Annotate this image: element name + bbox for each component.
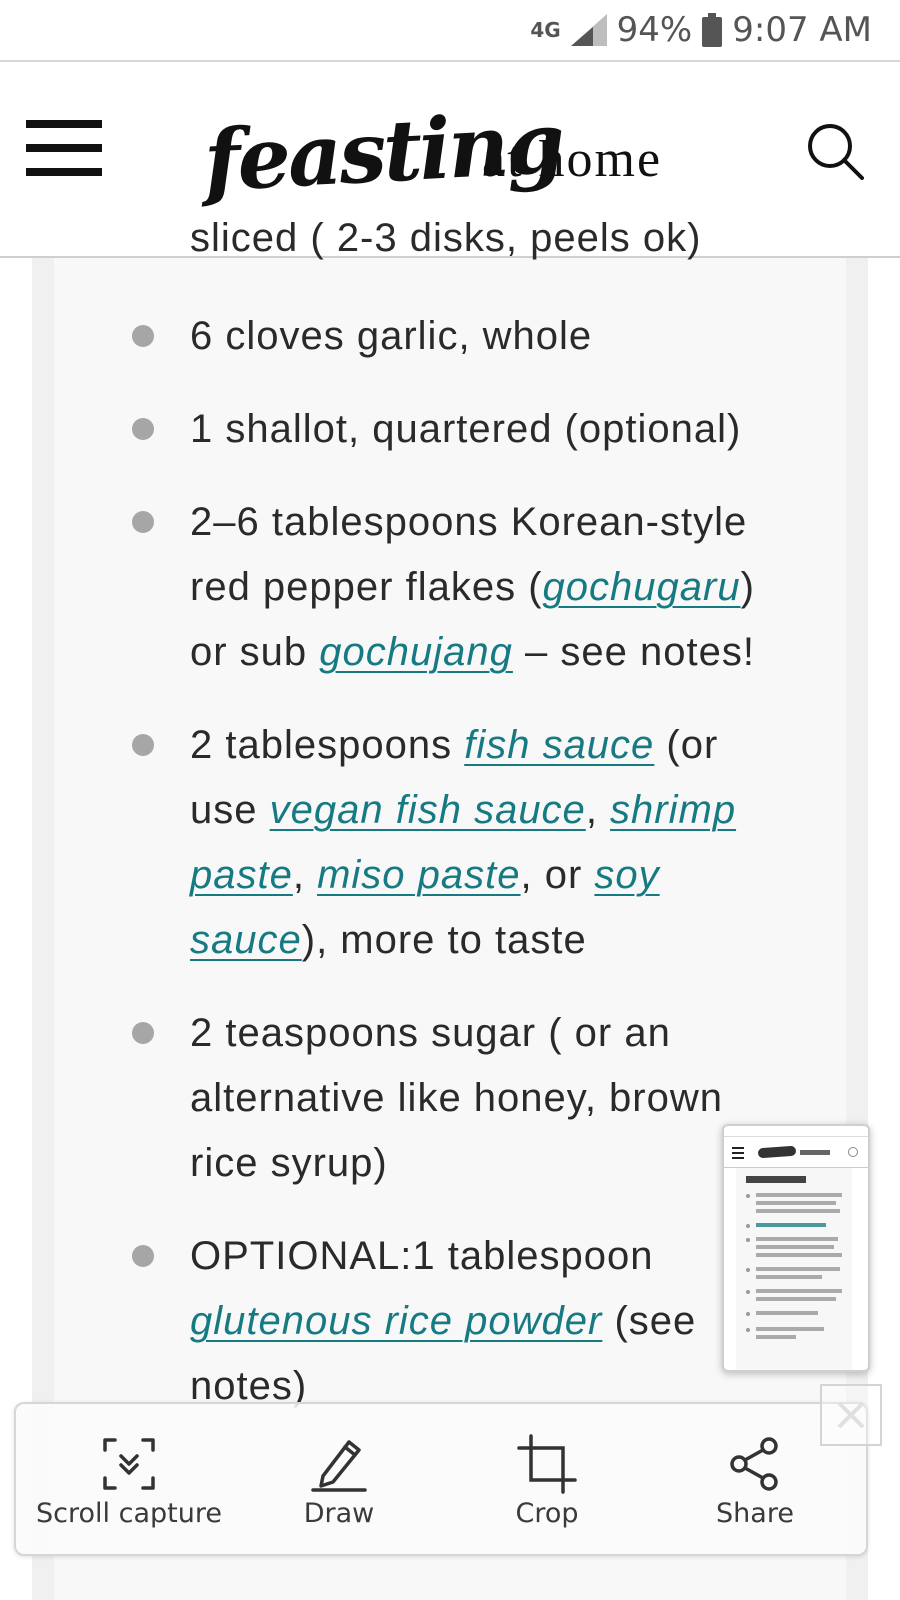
capture-toolbar: Scroll capture Draw Crop Share xyxy=(14,1402,868,1556)
bullet-icon xyxy=(132,734,154,756)
hamburger-menu-icon[interactable] xyxy=(26,120,102,176)
ingredient-text: , xyxy=(585,788,611,832)
ingredient-link[interactable]: vegan fish sauce xyxy=(270,788,586,832)
battery-icon xyxy=(702,13,723,47)
thumb-logo xyxy=(757,1145,830,1159)
site-logo[interactable]: feasting at home xyxy=(200,88,700,218)
ingredient-link[interactable]: gochujang xyxy=(319,630,513,674)
ingredient-item: 1 shallot, quartered (optional) xyxy=(54,397,846,462)
close-icon xyxy=(837,1401,865,1429)
ingredient-link[interactable]: glutenous rice powder xyxy=(190,1299,602,1343)
ingredient-text: , or xyxy=(520,853,595,897)
ingredient-link[interactable]: gochugaru xyxy=(543,565,741,609)
ingredient-link[interactable]: fish sauce xyxy=(464,723,654,767)
battery-percent: 94% xyxy=(616,10,693,50)
crop-icon xyxy=(517,1434,577,1494)
draw-button[interactable]: Draw xyxy=(234,1404,444,1554)
ingredient-text: 6 cloves garlic, whole xyxy=(190,314,593,358)
thumb-menu-icon xyxy=(732,1147,744,1159)
ingredient-text: – see notes! xyxy=(512,630,755,674)
scroll-capture-button[interactable]: Scroll capture xyxy=(24,1404,234,1554)
logo-text: at home xyxy=(482,131,663,188)
ingredient-item: 2 tablespoons fish sauce (or use vegan f… xyxy=(54,713,846,973)
bullet-icon xyxy=(132,418,154,440)
bullet-icon xyxy=(132,1245,154,1267)
close-button[interactable] xyxy=(820,1384,882,1446)
pencil-icon xyxy=(311,1440,367,1492)
ingredient-text: OPTIONAL:1 tablespoon xyxy=(190,1234,654,1278)
crop-label: Crop xyxy=(515,1498,579,1529)
thumb-search-icon xyxy=(848,1147,858,1157)
ingredient-link[interactable]: miso paste xyxy=(317,853,520,897)
signal-icon xyxy=(570,14,607,46)
scroll-capture-label: Scroll capture xyxy=(36,1498,222,1529)
clock: 9:07 AM xyxy=(732,10,872,50)
ingredient-item: 2–6 tablespoons Korean-style red pepper … xyxy=(54,490,846,685)
status-bar: 4G 94% 9:07 AM xyxy=(0,0,900,62)
network-type: 4G xyxy=(530,18,561,42)
crop-button[interactable]: Crop xyxy=(442,1404,652,1554)
ingredient-text: ), more to taste xyxy=(301,918,587,962)
share-label: Share xyxy=(716,1498,794,1529)
ingredient-text: 2 teaspoons sugar ( or an alternative li… xyxy=(190,1011,723,1185)
bullet-icon xyxy=(132,1022,154,1044)
search-icon[interactable] xyxy=(804,120,866,182)
thumb-content xyxy=(736,1168,852,1370)
bullet-icon xyxy=(132,511,154,533)
bullet-icon xyxy=(132,325,154,347)
partial-ingredient-line: sliced ( 2-3 disks, peels ok) xyxy=(190,216,702,260)
draw-label: Draw xyxy=(303,1498,375,1529)
ingredient-text: 1 shallot, quartered (optional) xyxy=(190,407,742,451)
ingredient-text: , xyxy=(292,853,318,897)
share-icon xyxy=(730,1437,778,1491)
scroll-capture-icon xyxy=(103,1438,155,1490)
ingredient-text: 2 tablespoons xyxy=(190,723,465,767)
screenshot-thumbnail[interactable] xyxy=(722,1124,870,1372)
ingredient-item: 6 cloves garlic, whole xyxy=(54,304,846,369)
